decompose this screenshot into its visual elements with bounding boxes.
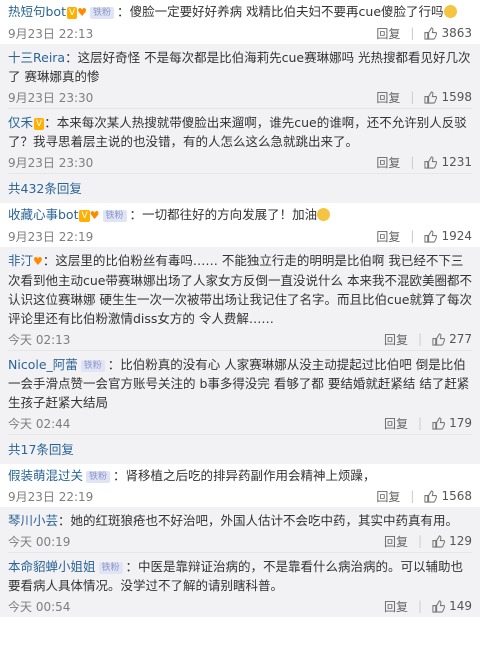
fan-badge: 铁粉 [86,471,111,483]
like-count: 149 [449,599,472,613]
comment: 收藏心事bot V ♥ 铁粉 ：一切都往好的方向发展了！加油 9月23日 22:19 回… [0,203,480,464]
vip-badge: V [79,210,90,222]
comment-text: 傻脸一定要好好养病 戏精比伯夫妇不要再cue傻脸了行吗 [129,4,444,19]
comment-list: 热短句bot V ♥ 铁粉 ：傻脸一定要好好养病 戏精比伯夫妇不要再cue傻脸了行吗 9… [0,0,480,617]
reply-item: 十三Reira：这层好奇怪 不是每次都是比伯海莉先cue赛琳娜吗 光热搜都看见好… [8,50,472,106]
reply-item: 非汀♥：这层里的比伯粉丝有毒吗…… 不能独立行走的明明是比伯啊 我已经不下三次看… [8,253,472,348]
vip-badge: V [66,7,78,19]
comment-text: 肾移植之后吃的排异药副作用会精神上烦躁， [125,468,376,483]
comment: 假装萌混过关 铁粉 ：肾移植之后吃的排异药副作用会精神上烦躁， 9月23日 22:1… [0,464,480,617]
reply-button[interactable]: 回复 [376,89,400,106]
like-button[interactable]: 277 [432,332,472,346]
like-button[interactable]: 1231 [424,155,472,169]
thumbs-up-icon [424,229,438,243]
reply-time: 今天 02:44 [8,416,71,431]
comment-time: 9月23日 22:19 [8,229,94,244]
laugh-emoji-icon [443,5,457,18]
muscle-emoji-icon [317,208,331,221]
like-button[interactable]: 1568 [424,489,472,503]
commenter-name[interactable]: 热短句bot [8,4,66,19]
reply-item: 仅禾 V ：本来每次某人热搜就带傻脸出来遛啊，谁先cue的谁啊，还不允许别人反驳了？… [8,115,472,171]
reply-time: 9月23日 23:30 [8,155,94,170]
replier-name[interactable]: 本命貂蝉小姐姐 [8,559,96,574]
reply-button[interactable]: 回复 [384,415,408,432]
comment: 热短句bot V ♥ 铁粉 ：傻脸一定要好好养病 戏精比伯夫妇不要再cue傻脸了行吗 9… [0,0,480,203]
reply-button[interactable]: 回复 [384,331,408,348]
like-count: 277 [449,332,472,346]
heart-icon: ♥ [33,255,43,268]
more-replies-link[interactable]: 共17条回复 [0,435,480,464]
fan-badge: 铁粉 [102,210,127,222]
fan-badge: 铁粉 [90,7,115,19]
heart-icon: ♥ [89,209,100,222]
vip-badge: V [34,118,45,130]
reply-item: Nicole_阿蕾 铁粉 ：比伯粉真的没有心 人家赛琳娜从没主动提起过比伯吧 倒是比… [8,357,472,432]
reply-item: 本命貂蝉小姐姐 铁粉 ：中医是靠辩证治病的，不是靠看什么病治病的。可以辅助也要看病人… [8,559,472,615]
reply-text: 这层好奇怪 不是每次都是比伯海莉先cue赛琳娜吗 光热搜都看见好几次了 赛琳娜真… [8,50,471,84]
comment-time: 9月23日 22:19 [8,489,94,504]
thumbs-up-icon [424,489,438,503]
like-count: 129 [449,534,472,548]
like-count: 1924 [441,229,472,243]
thumbs-up-icon [424,90,438,104]
like-button[interactable]: 179 [432,416,472,430]
like-count: 1598 [441,90,472,104]
like-count: 1568 [441,489,472,503]
thumbs-up-icon [432,599,446,613]
reply-button[interactable]: 回复 [376,228,400,245]
reply-time: 今天 00:54 [8,599,71,614]
replier-name[interactable]: 仅禾 [8,115,33,130]
like-count: 1231 [441,155,472,169]
more-replies-link[interactable]: 共432条回复 [0,174,480,203]
fan-badge: 铁粉 [80,360,105,372]
reply-time: 今天 02:13 [8,332,71,347]
reply-item: 琴川小芸：她的红斑狼疮也不好治吧，外国人估计不会吃中药，其实中药真有用。 今天 … [8,513,472,550]
replier-name[interactable]: 琴川小芸 [8,513,58,528]
like-count: 3863 [441,26,472,40]
reply-button[interactable]: 回复 [376,488,400,505]
reply-button[interactable]: 回复 [384,533,408,550]
like-button[interactable]: 149 [432,599,472,613]
like-count: 179 [449,416,472,430]
reply-time: 9月23日 23:30 [8,90,94,105]
reply-text: 这层里的比伯粉丝有毒吗…… 不能独立行走的明明是比伯啊 我已经不下三次看到他主动… [8,253,472,326]
commenter-name[interactable]: 收藏心事bot [8,207,78,222]
heart-icon: ♥ [77,6,88,19]
like-button[interactable]: 1598 [424,90,472,104]
reply-button[interactable]: 回复 [384,598,408,615]
thumbs-up-icon [432,332,446,346]
reply-text: 她的红斑狼疮也不好治吧，外国人估计不会吃中药，其实中药真有用。 [70,513,459,528]
reply-button[interactable]: 回复 [376,154,400,171]
thumbs-up-icon [424,26,438,40]
comment-time: 9月23日 22:13 [8,26,94,41]
like-button[interactable]: 1924 [424,229,472,243]
replier-name[interactable]: Nicole_阿蕾 [8,357,78,372]
replier-name[interactable]: 十三Reira [8,50,65,65]
fan-badge: 铁粉 [98,562,123,574]
commenter-name[interactable]: 假装萌混过关 [8,468,83,483]
like-button[interactable]: 129 [432,534,472,548]
replier-name[interactable]: 非汀 [8,253,33,268]
like-button[interactable]: 3863 [424,26,472,40]
reply-time: 今天 00:19 [8,534,71,549]
thumbs-up-icon [432,416,446,430]
thumbs-up-icon [424,155,438,169]
comment-text: 一切都往好的方向发展了！加油 [142,207,318,222]
reply-text: 本来每次某人热搜就带傻脸出来遛啊，谁先cue的谁啊，还不允许别人反驳了？我寻思着… [8,115,467,149]
thumbs-up-icon [432,534,446,548]
reply-button[interactable]: 回复 [376,25,400,42]
